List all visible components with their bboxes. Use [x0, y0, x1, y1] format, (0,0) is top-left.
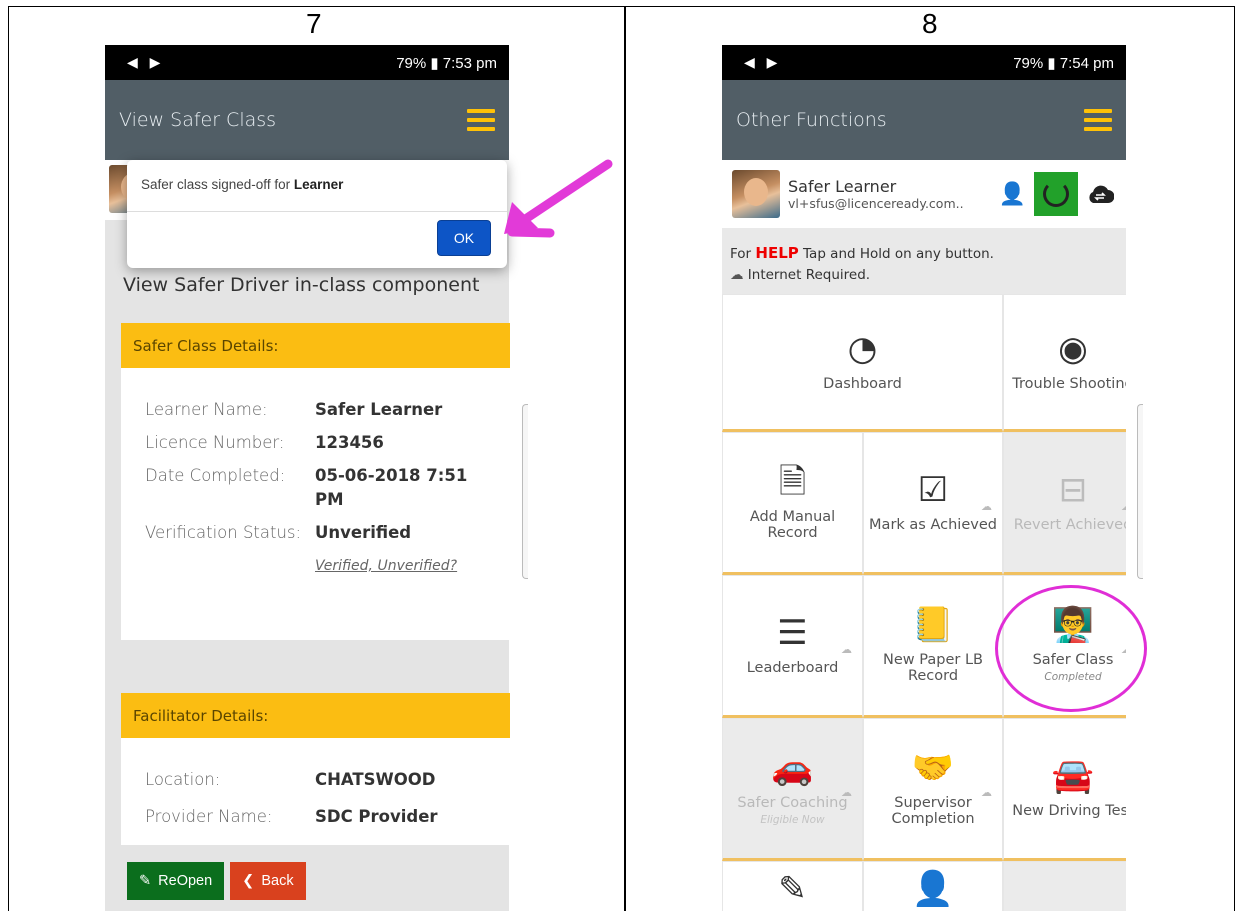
app-bar: View Safer Class: [105, 80, 509, 160]
alert-dialog: Safer class signed-off for Learner OK: [127, 160, 507, 268]
phone-screen-right: ◀ ▶ 79% ▮ 7:54 pm Other Functions Safer …: [722, 45, 1126, 911]
user-name: Safer Learner: [788, 177, 897, 196]
handshake-icon: 🤝: [911, 747, 955, 788]
detail-row: Date Completed: 05-06-2018 7:51 PM: [145, 465, 468, 510]
ok-button[interactable]: OK: [437, 220, 491, 256]
minus-square-icon: ⊟: [1058, 469, 1088, 510]
back-button[interactable]: ❮ Back: [230, 862, 306, 900]
dialog-message: Safer class signed-off for Learner: [127, 160, 507, 212]
user-icon[interactable]: 👤: [999, 182, 1026, 207]
tile-leaderboard[interactable]: ☰ Leaderboard ☁: [722, 575, 863, 718]
person-icon: 👤: [911, 869, 955, 909]
app-bar: Other Functions: [722, 80, 1126, 160]
page-title: View Safer Class: [119, 109, 277, 131]
status-right: 79% ▮ 7:53 pm: [396, 54, 497, 72]
cloud-icon: ☁: [841, 642, 852, 656]
status-text: Eligible Now: [760, 814, 825, 826]
menu-icon[interactable]: [1084, 109, 1112, 131]
detail-row: Provider Name: SDC Provider: [145, 806, 438, 826]
card-header: Facilitator Details:: [121, 693, 510, 738]
user-strip: Safer Learner vl+sfus@licenceready.com..…: [722, 160, 1126, 228]
detail-row: Location: CHATSWOOD: [145, 770, 436, 789]
panel-number-right: 8: [922, 8, 938, 39]
sync-spinner-icon: [1043, 181, 1069, 207]
safer-class-details-card: Safer Class Details: Learner Name: Safer …: [121, 323, 510, 640]
cloud-icon: ☁: [841, 785, 852, 799]
document-icon: 🗎: [778, 461, 807, 502]
tile-mark-as-achieved[interactable]: ☑ Mark as Achieved ☁: [863, 432, 1003, 575]
card-header: Safer Class Details:: [121, 323, 510, 368]
tile-edit[interactable]: ✎: [722, 861, 863, 911]
tile-supervisor-completion[interactable]: 🤝 Supervisor Completion ☁: [863, 718, 1003, 861]
tile-user[interactable]: 👤: [863, 861, 1003, 911]
cloud-icon: ☁: [1121, 500, 1126, 513]
status-bar: ◀ ▶ 79% ▮ 7:53 pm: [105, 45, 509, 80]
tile-dashboard[interactable]: ◔ Dashboard: [722, 294, 1003, 432]
target-icon: ◉: [1058, 329, 1088, 369]
cloud-sync-icon[interactable]: [1086, 183, 1114, 205]
tile-new-driving-test[interactable]: 🚘 New Driving Test: [1003, 718, 1126, 861]
scroll-handle[interactable]: [522, 404, 528, 579]
sync-status-button[interactable]: [1034, 172, 1078, 216]
tile-trouble-shooting[interactable]: ◉ Trouble Shooting: [1003, 294, 1126, 432]
edit-icon: ✎: [139, 873, 152, 889]
status-right: 79% ▮ 7:54 pm: [1013, 54, 1114, 72]
status-nav-icons: ◀ ▶: [744, 54, 782, 70]
frame-divider: [624, 6, 626, 911]
cloud-icon: ☁: [981, 499, 992, 513]
ordered-list-icon: ☰: [777, 612, 808, 653]
menu-icon[interactable]: [467, 109, 495, 131]
avatar: [732, 170, 780, 218]
pencil-icon: ✎: [778, 869, 807, 909]
user-email: vl+sfus@licenceready.com..: [788, 196, 964, 211]
detail-row: Learner Name: Safer Learner: [145, 400, 443, 419]
tile-empty: [1003, 861, 1126, 911]
verification-link[interactable]: Verified, Unverified?: [315, 558, 510, 574]
car-instructor-icon: 🚗: [771, 748, 814, 788]
facilitator-details-card: Facilitator Details: Location: CHATSWOOD …: [121, 693, 510, 845]
section-heading: View Safer Driver in-class component: [123, 274, 480, 296]
tile-add-manual-record[interactable]: 🗎 Add Manual Record: [722, 432, 863, 575]
tile-new-paper-lb-record[interactable]: 📒 New Paper LB Record: [863, 575, 1003, 718]
car-check-icon: 🚘: [1051, 755, 1095, 796]
help-notice: For HELP Tap and Hold on any button. ☁ I…: [722, 228, 1126, 294]
detail-row: Verification Status: Unverified: [145, 523, 412, 542]
page-title: Other Functions: [736, 109, 887, 131]
reopen-button[interactable]: ✎ ReOpen: [127, 862, 225, 900]
cloud-icon: ☁: [730, 266, 744, 283]
pink-circle-annotation: [995, 585, 1147, 712]
action-buttons: ✎ ReOpen ❮ Back: [127, 862, 306, 900]
tile-safer-coaching[interactable]: 🚗 Safer Coaching Eligible Now ☁: [722, 718, 863, 861]
status-bar: ◀ ▶ 79% ▮ 7:54 pm: [722, 45, 1126, 80]
scroll-handle[interactable]: [1137, 404, 1143, 579]
cloud-icon: ☁: [981, 785, 992, 799]
pink-arrow-annotation: [504, 159, 613, 238]
chevron-left-icon: ❮: [242, 873, 255, 889]
panel-number-left: 7: [306, 8, 322, 39]
dashboard-icon: ◔: [847, 329, 878, 369]
tile-revert-achieved[interactable]: ⊟Revert Achieved ☁: [1003, 432, 1126, 575]
detail-row: Licence Number: 123456: [145, 432, 384, 452]
status-nav-icons: ◀ ▶: [127, 54, 165, 70]
help-word: HELP: [755, 244, 799, 262]
notebook-icon: 📒: [911, 604, 955, 645]
checkbox-icon: ☑: [917, 469, 949, 510]
